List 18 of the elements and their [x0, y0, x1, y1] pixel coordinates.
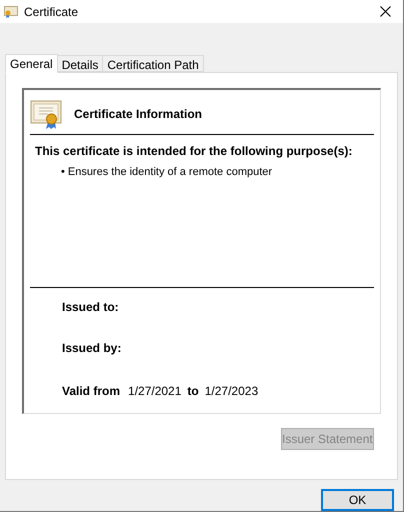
close-icon[interactable] — [380, 6, 391, 18]
section-heading: Certificate Information — [74, 106, 202, 124]
certificate-icon — [30, 98, 62, 130]
issued-by-label: Issued by: — [62, 340, 122, 358]
window-title: Certificate — [24, 4, 80, 21]
valid-to-date: 1/27/2023 — [204, 383, 258, 400]
valid-from-label: Valid from — [62, 383, 120, 400]
valid-from-date: 1/27/2021 — [128, 383, 182, 400]
issued-to-label: Issued to: — [62, 299, 120, 316]
certificate-icon — [4, 6, 18, 18]
tab[interactable]: Details — [56, 55, 104, 72]
purpose-item: Ensures the identity of a remote computer — [68, 165, 272, 180]
tab[interactable]: General — [5, 54, 58, 74]
tab[interactable]: Certification Path — [102, 55, 204, 72]
valid-to-label: to — [187, 383, 199, 400]
purpose-heading: This certificate is intended for the following purpose(s): — [34, 143, 354, 160]
ok-button[interactable]: OK — [321, 489, 394, 511]
bullet: • — [61, 165, 65, 180]
